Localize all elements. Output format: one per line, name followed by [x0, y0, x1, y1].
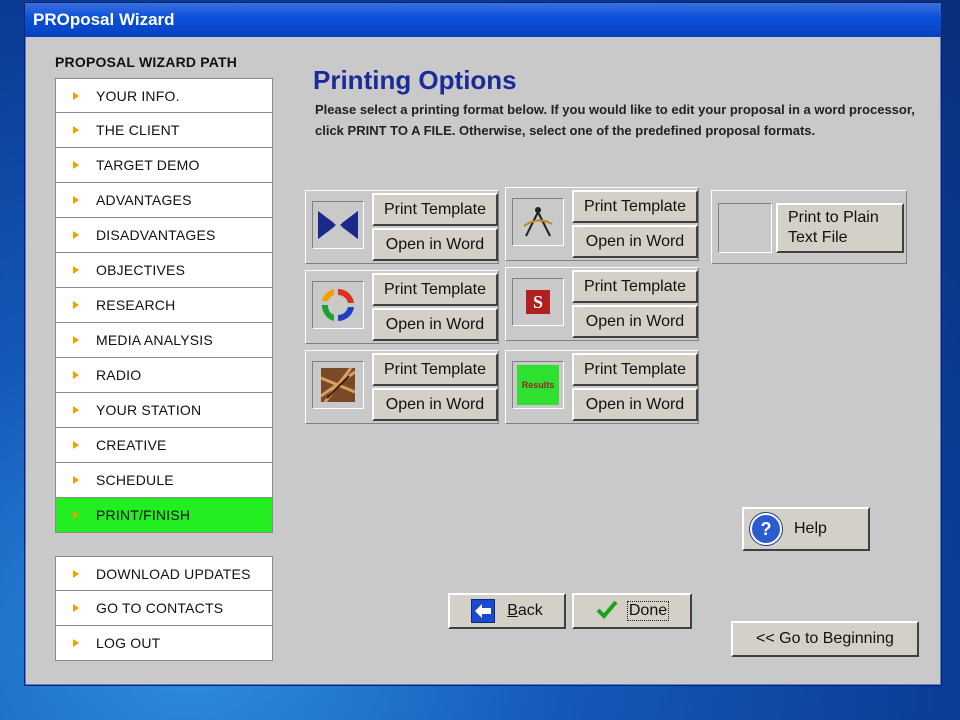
s-logo-icon: S — [512, 278, 564, 326]
sidebar-item-radio[interactable]: RADIO — [55, 358, 273, 393]
print-template-button[interactable]: Print Template — [572, 190, 698, 223]
print-template-button[interactable]: Print Template — [572, 270, 698, 303]
help-button[interactable]: ? Help — [742, 507, 870, 551]
window-client-area: PROPOSAL WIZARD PATH YOUR INFO. THE CLIE… — [29, 37, 937, 681]
recycle-arrows-icon — [312, 281, 364, 329]
sidebar-item-download-updates[interactable]: DOWNLOAD UPDATES — [55, 556, 273, 591]
arrow-icon — [73, 301, 79, 309]
checkmark-icon — [596, 599, 618, 624]
sidebar-item-print-finish[interactable]: PRINT/FINISH — [55, 498, 273, 533]
results-thumbnail-text: Results — [521, 380, 555, 390]
print-template-button[interactable]: Print Template — [372, 273, 498, 306]
blank-thumbnail — [718, 203, 772, 253]
open-in-word-button[interactable]: Open in Word — [572, 305, 698, 338]
arrow-icon — [73, 196, 79, 204]
template-card: Print Template Open in Word — [305, 190, 499, 264]
template-card: Results Print Template Open in Word — [505, 350, 699, 424]
done-button[interactable]: Done — [572, 593, 692, 629]
arrow-icon — [73, 231, 79, 239]
sidebar-item-schedule[interactable]: SCHEDULE — [55, 463, 273, 498]
sidebar-item-label: TARGET DEMO — [96, 157, 200, 173]
plain-text-card: Print to Plain Text File — [711, 190, 907, 264]
help-icon: ? — [750, 513, 782, 545]
sidebar-item-label: PRINT/FINISH — [96, 507, 191, 523]
sidebar-item-your-info[interactable]: YOUR INFO. — [55, 78, 273, 113]
arrow-icon — [73, 511, 79, 519]
sidebar-item-disadvantages[interactable]: DISADVANTAGES — [55, 218, 273, 253]
back-arrow-icon — [471, 599, 496, 623]
arrow-icon — [73, 569, 79, 578]
sidebar-item-label: THE CLIENT — [96, 122, 180, 138]
window-title: PROposal Wizard — [25, 3, 941, 37]
sidebar-item-label: RESEARCH — [96, 297, 176, 313]
wizard-path-nav: YOUR INFO. THE CLIENT TARGET DEMO ADVANT… — [55, 78, 273, 533]
sidebar-item-label: CREATIVE — [96, 437, 167, 453]
sidebar-item-label: SCHEDULE — [96, 472, 174, 488]
sidebar-item-label: MEDIA ANALYSIS — [96, 332, 213, 348]
print-template-button[interactable]: Print Template — [572, 353, 698, 386]
print-template-button[interactable]: Print Template — [372, 353, 498, 386]
sidebar-title: PROPOSAL WIZARD PATH — [55, 54, 238, 70]
sidebar-item-label: DOWNLOAD UPDATES — [96, 565, 251, 582]
sidebar-item-label: DISADVANTAGES — [96, 227, 216, 243]
plain-text-label-line1: Print to Plain — [788, 209, 879, 226]
plain-text-label-line2: Text File — [788, 229, 848, 246]
sidebar-item-advantages[interactable]: ADVANTAGES — [55, 183, 273, 218]
results-thumbnail-icon: Results — [512, 361, 564, 409]
sidebar-item-target-demo[interactable]: TARGET DEMO — [55, 148, 273, 183]
back-label-mnemonic: B — [507, 602, 518, 619]
done-label: Done — [626, 601, 670, 621]
arrow-icon — [73, 476, 79, 484]
open-in-word-button[interactable]: Open in Word — [572, 225, 698, 258]
wizard-window: PROposal Wizard PROPOSAL WIZARD PATH YOU… — [24, 2, 942, 686]
arrow-icon — [73, 161, 79, 169]
print-plain-text-button[interactable]: Print to Plain Text File — [776, 203, 904, 253]
page-title: Printing Options — [313, 65, 517, 95]
template-card: Print Template Open in Word — [305, 350, 499, 424]
template-card: Print Template Open in Word — [305, 270, 499, 344]
sidebar-item-go-to-contacts[interactable]: GO TO CONTACTS — [55, 591, 273, 626]
sidebar-item-the-client[interactable]: THE CLIENT — [55, 113, 273, 148]
arrow-icon — [73, 371, 79, 379]
print-template-button[interactable]: Print Template — [372, 193, 498, 226]
arrow-icon — [73, 266, 79, 274]
sidebar-item-log-out[interactable]: LOG OUT — [55, 626, 273, 661]
arrow-icon — [73, 406, 79, 414]
back-button[interactable]: Back — [448, 593, 566, 629]
sidebar-item-label: ADVANTAGES — [96, 192, 192, 208]
sidebar-item-label: LOG OUT — [96, 635, 161, 651]
sidebar-item-your-station[interactable]: YOUR STATION — [55, 393, 273, 428]
sidebar-item-label: RADIO — [96, 367, 142, 383]
open-in-word-button[interactable]: Open in Word — [372, 388, 498, 421]
arrow-icon — [73, 91, 79, 100]
go-to-beginning-button[interactable]: << Go to Beginning — [731, 621, 919, 657]
arrow-icon — [73, 639, 79, 647]
open-in-word-button[interactable]: Open in Word — [572, 388, 698, 421]
arrow-icon — [73, 336, 79, 344]
page-description: Please select a printing format below. I… — [315, 102, 915, 138]
template-card: S Print Template Open in Word — [505, 267, 699, 341]
template-card: Print Template Open in Word — [505, 187, 699, 261]
help-label: Help — [794, 520, 827, 537]
abstract-image-icon — [312, 361, 364, 409]
arrows-converge-icon — [312, 201, 364, 249]
arrow-icon — [73, 126, 79, 134]
sidebar-item-media-analysis[interactable]: MEDIA ANALYSIS — [55, 323, 273, 358]
utility-nav: DOWNLOAD UPDATES GO TO CONTACTS LOG OUT — [55, 556, 273, 661]
sidebar-item-label: YOUR STATION — [96, 402, 202, 418]
sidebar-item-label: GO TO CONTACTS — [96, 600, 224, 616]
sidebar-item-research[interactable]: RESEARCH — [55, 288, 273, 323]
sidebar-item-creative[interactable]: CREATIVE — [55, 428, 273, 463]
open-in-word-button[interactable]: Open in Word — [372, 308, 498, 341]
arrow-icon — [73, 441, 79, 449]
sidebar-item-label: YOUR INFO. — [96, 87, 180, 104]
arrow-icon — [73, 604, 79, 612]
open-in-word-button[interactable]: Open in Word — [372, 228, 498, 261]
sidebar-item-label: OBJECTIVES — [96, 262, 186, 278]
sidebar-item-objectives[interactable]: OBJECTIVES — [55, 253, 273, 288]
compass-icon — [512, 198, 564, 246]
back-label: ack — [517, 602, 543, 619]
